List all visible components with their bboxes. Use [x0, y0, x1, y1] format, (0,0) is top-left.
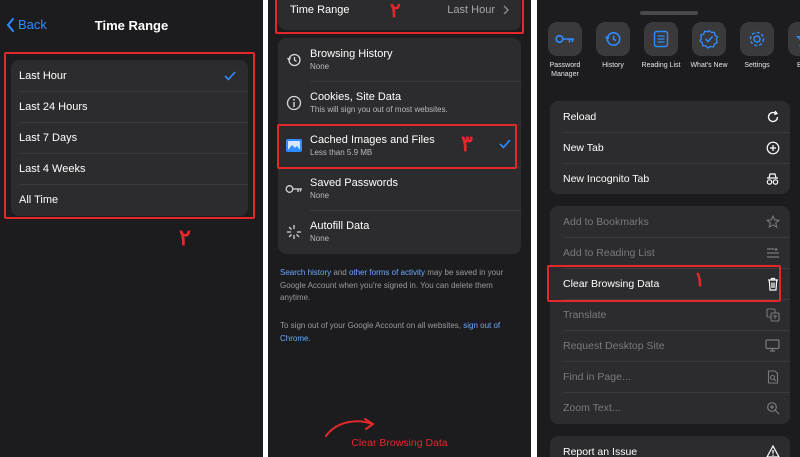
bookmarks-tool[interactable]: Book — [783, 22, 800, 70]
footer-signout: To sign out of your Google Account on al… — [280, 320, 521, 345]
menu-label: New Tab — [563, 141, 604, 154]
key-icon — [278, 184, 310, 194]
saved-passwords-item[interactable]: Saved Passwords None — [278, 167, 521, 210]
info-icon — [278, 95, 310, 111]
page-title: Time Range — [94, 18, 169, 33]
clear-data-screen: Time Range Last Hour ۲ Browsing History N… — [268, 0, 531, 457]
menu-label: Reload — [563, 110, 597, 123]
sheet-grabber[interactable] — [640, 11, 698, 15]
tool-label: What's New — [690, 62, 728, 69]
menu-group-2: Add to Bookmarks Add to Reading List Cle… — [550, 206, 790, 424]
browsing-history-item[interactable]: Browsing History None — [278, 38, 521, 81]
add-to-reading-list-menu-item[interactable]: Add to Reading List — [550, 237, 790, 268]
menu-label: Add to Bookmarks — [563, 215, 649, 228]
other-activity-link[interactable]: other forms of activity — [349, 268, 425, 277]
item-subtitle: This will sign you out of most websites. — [310, 104, 448, 114]
list-icon — [644, 22, 678, 56]
reading-list-icon — [765, 245, 780, 260]
footer-text: . — [308, 333, 311, 343]
find-icon — [765, 369, 780, 384]
report-issue-menu-item[interactable]: Report an Issue — [550, 436, 790, 457]
item-title: Browsing History — [310, 47, 393, 60]
highlight-box-clear-data — [547, 265, 781, 302]
tool-label: Book — [797, 62, 800, 69]
tool-label: Reading List — [641, 62, 681, 69]
cookies-site-data-item[interactable]: Cookies, Site Data This will sign you out… — [278, 81, 521, 124]
whats-new-tool[interactable]: What's New — [687, 22, 731, 70]
highlight-box-cached — [277, 124, 517, 169]
tool-label: History — [602, 62, 624, 69]
annotation-number: ۲ — [179, 225, 191, 251]
menu-label: Zoom Text... — [563, 401, 621, 414]
history-tool[interactable]: History — [591, 22, 635, 70]
menu-label: Add to Reading List — [563, 246, 655, 259]
annotation-number: ۱ — [694, 267, 705, 291]
item-subtitle: None — [310, 190, 330, 200]
reading-list-tool[interactable]: Reading List — [639, 22, 683, 70]
menu-label: Translate — [563, 308, 607, 321]
item-subtitle: None — [310, 61, 330, 71]
footer-text: and — [331, 268, 349, 277]
menu-group-3: Report an Issue — [550, 436, 790, 457]
plus-circle-icon — [765, 140, 780, 155]
new-incognito-tab-menu-item[interactable]: New Incognito Tab — [550, 163, 790, 194]
item-title: Saved Passwords — [310, 176, 399, 189]
tool-label: Password Manager — [549, 62, 581, 78]
settings-tool[interactable]: Settings — [735, 22, 779, 70]
item-subtitle: None — [310, 233, 330, 243]
tool-label: Settings — [744, 62, 770, 69]
incognito-icon — [765, 171, 780, 186]
desktop-icon — [765, 338, 780, 353]
clear-browsing-data-button[interactable]: Clear Browsing Data — [268, 437, 531, 449]
find-in-page-menu-item[interactable]: Find in Page... — [550, 361, 790, 392]
time-range-screen: Back Time Range Last Hour Last 24 Hours … — [0, 0, 263, 457]
menu-group-1: Reload New Tab New Incognito Tab — [550, 101, 790, 194]
menu-label: Report an Issue — [563, 445, 638, 457]
badge-check-icon — [692, 22, 726, 56]
chrome-menu-screen: Password Manager History Reading List Wh… — [537, 0, 800, 457]
reload-menu-item[interactable]: Reload — [550, 101, 790, 132]
nav-bar: Back Time Range — [0, 0, 263, 52]
annotation-number: ۲ — [390, 0, 401, 22]
menu-label: New Incognito Tab — [563, 172, 650, 185]
zoom-text-menu-item[interactable]: Zoom Text... — [550, 392, 790, 423]
item-title: Cookies, Site Data — [310, 90, 402, 103]
item-title: Autofill Data — [310, 219, 370, 232]
menu-label: Find in Page... — [563, 370, 631, 383]
translate-icon — [765, 307, 780, 322]
request-desktop-site-menu-item[interactable]: Request Desktop Site — [550, 330, 790, 361]
add-to-bookmarks-menu-item[interactable]: Add to Bookmarks — [550, 206, 790, 237]
search-history-link[interactable]: Search history — [280, 268, 331, 277]
warning-icon — [765, 444, 780, 457]
star-icon — [765, 214, 780, 229]
autofill-data-item[interactable]: Autofill Data None — [278, 210, 521, 253]
reload-icon — [765, 109, 780, 124]
highlight-box — [4, 52, 255, 219]
gear-icon — [740, 22, 774, 56]
translate-menu-item[interactable]: Translate — [550, 299, 790, 330]
footer-text: To sign out of your Google Account on al… — [280, 321, 464, 330]
new-tab-menu-item[interactable]: New Tab — [550, 132, 790, 163]
history-icon — [278, 52, 310, 68]
password-manager-tool[interactable]: Password Manager — [543, 22, 587, 79]
history-icon — [596, 22, 630, 56]
star-icon — [788, 22, 800, 56]
footer-info: Search history and other forms of activi… — [280, 267, 521, 305]
key-icon — [548, 22, 582, 56]
zoom-icon — [765, 400, 780, 415]
sparkle-icon — [278, 224, 310, 240]
annotation-number: ۳ — [461, 131, 473, 157]
menu-label: Request Desktop Site — [563, 339, 665, 352]
